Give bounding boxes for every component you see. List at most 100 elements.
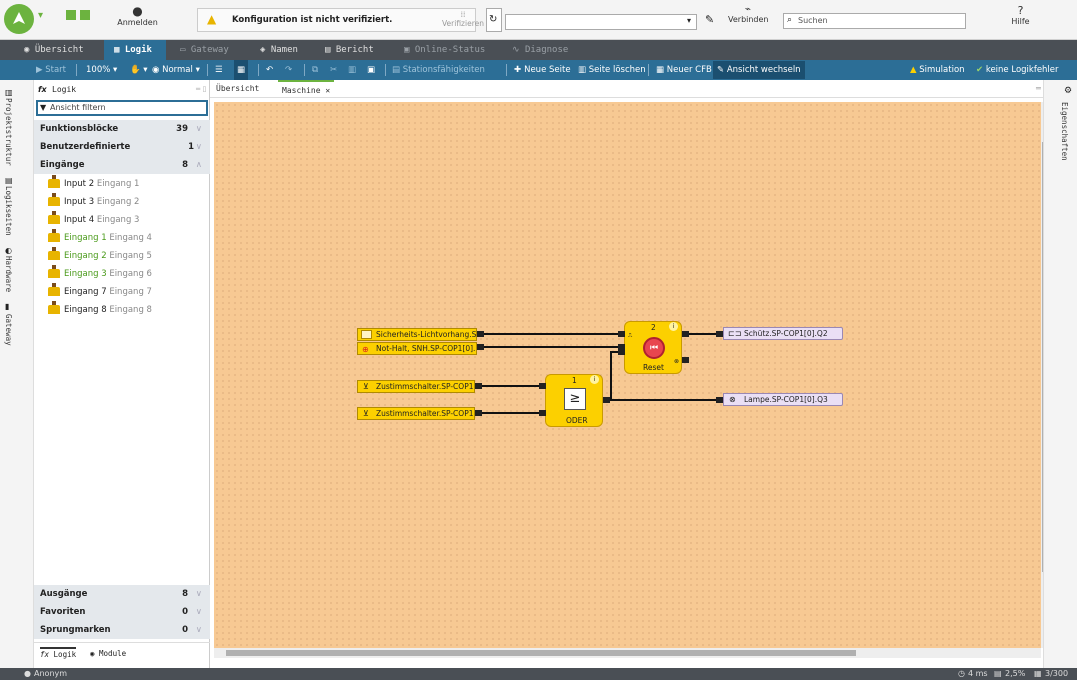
logic-panel: fx Logik ═ ▯ ▼ Ansicht filtern Funktions… [34, 80, 210, 668]
tab-label: Logik [53, 650, 77, 659]
main-navigation: ◉ Übersicht ▦ Logik ▭ Gateway ◈ Namen ▤ … [0, 40, 1077, 60]
category-inputs[interactable]: Eingänge 8 ∧ [34, 156, 210, 174]
output-contactor[interactable]: ⊏⊐ Schütz.SP-COP1[0].Q2 [723, 327, 843, 340]
connect-button[interactable]: ⌁ Verbinden [728, 4, 769, 24]
refresh-box[interactable]: ↻ [486, 8, 502, 32]
item-name: Eingang 3 [64, 269, 107, 279]
list-item[interactable]: Input 4 Eingang 3 [48, 211, 139, 229]
redo-icon[interactable]: ↷ [285, 60, 292, 80]
list-item[interactable]: Input 3 Eingang 2 [48, 193, 139, 211]
scroll-thumb[interactable] [226, 650, 856, 656]
category-label: Eingänge [40, 160, 85, 170]
zoom-value: 100% [86, 65, 111, 75]
list-item[interactable]: Eingang 7 Eingang 7 [48, 283, 152, 301]
properties-sidebar: ⚙ Eigenschaften [1043, 80, 1077, 668]
help-button[interactable]: ? Hilfe [1003, 4, 1038, 26]
filter-input[interactable]: ▼ Ansicht filtern [36, 100, 208, 116]
category-function-blocks[interactable]: Funktionsblöcke 39 ∨ [34, 120, 210, 138]
tab-logic-panel[interactable]: fx Logik [40, 647, 77, 659]
tab-doc-machine[interactable]: Maschine ✕ [278, 80, 335, 98]
save-icon[interactable] [66, 10, 76, 20]
connection-select[interactable]: ▾ [505, 14, 697, 30]
wire [480, 412, 540, 414]
login-button[interactable]: ● Anmelden [115, 4, 160, 27]
tab-logic-pages[interactable]: Logikseiten [4, 186, 13, 236]
tab-hardware[interactable]: Hardware [4, 256, 13, 292]
list-item[interactable]: Eingang 3 Eingang 6 [48, 265, 152, 283]
input-light-curtain[interactable]: Sicherheits-Lichtvorhang.S... [357, 328, 477, 341]
input-enable-switch-2[interactable]: ⊻ Zustimmschalter.SP-COP1[... [357, 407, 475, 420]
chevron-down-icon[interactable]: ▾ [38, 10, 43, 21]
output-lamp[interactable]: ⊗ Lampe.SP-COP1[0].Q3 [723, 393, 843, 406]
pin [682, 331, 689, 337]
item-sub: Eingang 2 [96, 197, 140, 207]
station-label: Stationsfähigkeiten [402, 65, 485, 75]
or-block[interactable]: 1 i ≥ ODER [545, 374, 603, 427]
zoom-select[interactable]: 100% ▾ [86, 60, 117, 80]
tab-logic[interactable]: ▦ Logik [104, 40, 166, 60]
input-emergency-stop[interactable]: ⊕ Not-Halt, SNH.SP-COP1[0]... [357, 342, 477, 355]
menu-icon[interactable]: ═ [1036, 84, 1041, 93]
verify-icon: ⁞⁞ [460, 10, 466, 19]
warning-box: ▲ Konfiguration ist nicht verifiziert. ⁞… [197, 8, 484, 32]
tab-project-structure[interactable]: Projektstruktur [4, 98, 13, 166]
wire [482, 346, 618, 348]
category-jump-labels[interactable]: Sprungmarken 0 ∨ [34, 621, 210, 639]
verify-button[interactable]: ⁞⁞ Verifizieren [442, 10, 484, 28]
tab-doc-overview[interactable]: Übersicht [216, 80, 259, 98]
divider [304, 64, 305, 76]
list-item[interactable]: Eingang 8 Eingang 8 [48, 301, 152, 319]
save-all-icon[interactable] [80, 10, 90, 20]
new-cfb-button[interactable]: ▦ Neuer CFB [656, 60, 712, 80]
tab-names[interactable]: ◈ Namen [260, 40, 320, 60]
help-label: Hilfe [1011, 17, 1030, 26]
tab-gateway[interactable]: ▭ Gateway [180, 40, 250, 60]
play-icon: ▶ [36, 65, 46, 75]
cut-icon[interactable]: ✂ [330, 60, 337, 80]
module-icon: ◉ [90, 649, 100, 658]
hand-icon[interactable]: ✋ ▾ [130, 60, 148, 80]
switch-view-button[interactable]: ✎ Ansicht wechseln [713, 61, 805, 79]
tab-diagnosis[interactable]: ∿ Diagnose [512, 40, 592, 60]
item-name: Input 2 [64, 179, 95, 189]
category-outputs[interactable]: Ausgänge 8 ∨ [34, 585, 210, 603]
category-custom-blocks[interactable]: Benutzerdefinierte Funktionsblöcke1∨ [34, 138, 210, 170]
list-item[interactable]: Eingang 2 Eingang 5 [48, 247, 152, 265]
paste-icon[interactable]: ▥ [348, 60, 356, 80]
input-icon [48, 211, 60, 224]
view-mode-select[interactable]: ◉ Normal ▾ [152, 60, 200, 80]
align-icon[interactable]: ☰ [215, 60, 223, 80]
search-input[interactable]: ⌕ Suchen [783, 13, 966, 29]
delete-page-button[interactable]: ▥ Seite löschen [578, 60, 646, 80]
undo-icon[interactable]: ↶ [266, 60, 273, 80]
logic-canvas[interactable]: Sicherheits-Lichtvorhang.S... ⊕ Not-Halt,… [214, 102, 1041, 648]
layout-icon[interactable]: ▦ [234, 60, 249, 80]
list-item[interactable]: Eingang 1 Eingang 4 [48, 229, 152, 247]
tab-overview[interactable]: ◉ Übersicht [24, 40, 104, 60]
reset-block[interactable]: 2 i ⎍ ⏮ ⊗ Reset [624, 321, 682, 374]
list-item[interactable]: Input 2 Eingang 1 [48, 175, 139, 193]
delete-icon[interactable]: ▣ [367, 60, 375, 80]
tab-report[interactable]: ▤ Bericht [325, 40, 395, 60]
input-enable-switch-1[interactable]: ⊻ Zustimmschalter.SP-COP1[... [357, 380, 475, 393]
category-count: 8 [182, 160, 188, 170]
logic-errors-status[interactable]: ✔ keine Logikfehler [976, 60, 1059, 80]
category-favorites[interactable]: Favoriten 0 ∨ [34, 603, 210, 621]
tab-gateway-side[interactable]: Gateway [4, 314, 13, 346]
filter-placeholder: Ansicht filtern [50, 103, 106, 112]
close-icon[interactable]: ✕ [325, 86, 330, 95]
wrench-icon[interactable]: ✎ [705, 13, 714, 26]
gear-icon[interactable]: ⚙ [1064, 86, 1072, 96]
new-page-button[interactable]: ✚ Neue Seite [514, 60, 571, 80]
horizontal-scrollbar[interactable] [214, 648, 1041, 658]
tab-online-status[interactable]: ▣ Online-Status [404, 40, 504, 60]
start-button[interactable]: ▶ Start [36, 60, 66, 80]
simulation-button[interactable]: ▲ Simulation [910, 60, 965, 80]
tab-modules-panel[interactable]: ◉ Module [90, 649, 126, 658]
status-icon: ⊗ [674, 358, 680, 365]
block-label: ODER [566, 416, 588, 425]
station-button[interactable]: ▤ Stationsfähigkeiten [392, 60, 485, 80]
tab-properties[interactable]: Eigenschaften [1060, 102, 1069, 161]
pin-icon[interactable]: ═ ▯ [196, 85, 206, 93]
copy-icon[interactable]: ⧉ [312, 60, 318, 80]
